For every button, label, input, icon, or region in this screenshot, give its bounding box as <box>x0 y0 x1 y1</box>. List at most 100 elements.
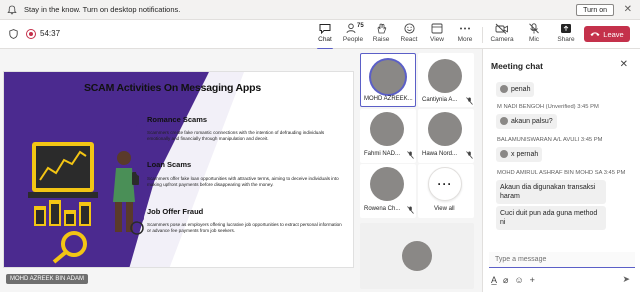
more-label: More <box>457 36 473 43</box>
more-icon: ··· <box>428 167 462 201</box>
participant-name: Rowena Ch... <box>364 206 401 212</box>
raise-hand-button[interactable]: Raise <box>367 23 395 47</box>
participant-name: Hawa Nord... <box>422 151 458 157</box>
chat-message: Cuci duit pun ada guna method ni <box>496 206 606 230</box>
avatar <box>500 85 508 94</box>
leave-label: Leave <box>603 29 624 39</box>
slide-heading-romance: Romance Scams <box>147 115 208 124</box>
participant-name: MOHD AZREEK... <box>364 96 413 102</box>
participant-tile[interactable]: Hawa Nord... <box>418 109 474 163</box>
chat-message: Akaun dia digunakan transaksi haram <box>496 180 606 204</box>
hand-icon <box>377 23 386 34</box>
share-button[interactable]: Share <box>552 23 580 47</box>
avatar <box>500 117 508 126</box>
chat-label: Chat <box>318 36 332 43</box>
chat-message-text: Cuci duit pun ada guna method ni <box>500 210 598 226</box>
presenter-name-tag: MOHD AZREEK BIN ADAM <box>6 274 89 284</box>
format-icon[interactable]: A̲ <box>491 275 497 286</box>
meeting-chat-panel: Meeting chat ✕ penah M NADI BENGOH (Unve… <box>482 49 640 292</box>
meeting-toolbar: 54:37 Chat 75 People Raise React View Mo… <box>0 20 640 50</box>
slide-heading-job: Job Offer Fraud <box>147 207 204 216</box>
compose-toolbar: A̲ ⌀ ☺ + <box>491 275 535 286</box>
self-view-tile[interactable] <box>360 223 474 289</box>
participant-tile[interactable]: Fahmi NAD... <box>360 109 416 163</box>
slide-heading-loan: Loan Scams <box>147 160 192 169</box>
turn-on-button[interactable]: Turn on <box>576 4 614 16</box>
avatar <box>500 150 508 159</box>
shared-slide: SCAM Activities On Messaging Apps Romanc… <box>3 71 354 268</box>
view-button[interactable]: View <box>423 23 451 47</box>
meeting-timer: 54:37 <box>40 29 61 38</box>
view-all-tile[interactable]: ··· View all <box>418 164 474 218</box>
participant-tile[interactable]: MOHD AZREEK... <box>360 53 416 107</box>
slide-text-job: Scammers pose as employers offering lucr… <box>147 222 342 233</box>
more-icon <box>460 27 470 30</box>
chat-message: penah <box>496 82 535 97</box>
notification-bar: Stay in the know. Turn on desktop notifi… <box>0 0 640 20</box>
more-button[interactable]: More <box>451 23 479 47</box>
chat-message-meta: BALAMUNISWARAN A/L AVULI 3:45 PM <box>497 137 603 143</box>
avatar <box>371 60 405 94</box>
participant-tile[interactable]: Cantiynia A... <box>418 53 474 107</box>
mic-off-icon <box>466 151 473 159</box>
attach-icon[interactable]: ⌀ <box>503 275 508 286</box>
camera-off-icon <box>495 23 508 34</box>
share-label: Share <box>557 36 575 43</box>
close-icon[interactable]: ✕ <box>620 59 628 70</box>
chat-message-text: akaun palsu? <box>511 118 553 125</box>
avatar <box>402 241 432 271</box>
view-label: View <box>430 36 444 43</box>
avatar <box>370 167 404 201</box>
people-label: People <box>342 36 364 43</box>
view-grid-icon <box>431 23 443 34</box>
slide-text-loan: Scammers offer fake loan opportunities w… <box>147 176 339 187</box>
smiley-icon <box>403 23 415 34</box>
participant-name: Fahmi NAD... <box>364 151 401 157</box>
chat-button[interactable]: Chat <box>311 23 339 50</box>
shield-icon[interactable] <box>9 29 18 39</box>
chat-compose-input[interactable]: Type a message <box>489 252 635 268</box>
phone-hangup-icon <box>590 32 600 36</box>
close-icon[interactable]: ✕ <box>624 4 632 16</box>
chat-message: akaun palsu? <box>496 114 557 129</box>
add-icon[interactable]: + <box>530 275 535 286</box>
send-icon[interactable]: ➤ <box>622 274 630 285</box>
avatar <box>428 59 462 93</box>
mic-off-icon <box>407 206 414 214</box>
notification-message: Stay in the know. Turn on desktop notifi… <box>24 5 181 14</box>
react-label: React <box>400 36 418 43</box>
camera-label: Camera <box>490 36 514 43</box>
mic-button[interactable]: Mic <box>520 23 548 47</box>
people-button[interactable]: 75 People <box>339 23 367 47</box>
leave-button[interactable]: Leave <box>584 26 630 42</box>
participant-tile[interactable]: Rowena Ch... <box>360 164 416 218</box>
chat-icon <box>319 24 331 34</box>
mic-label: Mic <box>528 36 540 43</box>
chat-title: Meeting chat <box>491 61 543 71</box>
view-all-label: View all <box>434 206 455 212</box>
chat-message-text: penah <box>511 86 531 93</box>
toolbar-divider <box>482 27 483 43</box>
people-count: 75 <box>357 23 364 29</box>
avatar <box>428 112 462 146</box>
slide-title: SCAM Activities On Messaging Apps <box>84 82 261 94</box>
react-button[interactable]: React <box>395 23 423 47</box>
mic-off-icon <box>407 151 414 159</box>
chat-message-text: x pernah <box>511 151 539 158</box>
chat-message-meta: M NADI BENGOH (Unverified) 3:45 PM <box>497 104 599 110</box>
chat-message-meta: MOHD AMIRUL ASHRAF BIN MOHD SA 3:45 PM <box>497 170 626 176</box>
slide-text-romance: Scammers create fake romantic connection… <box>147 130 325 141</box>
bell-icon <box>7 5 17 14</box>
mic-off-icon <box>466 97 473 105</box>
avatar <box>370 112 404 146</box>
emoji-icon[interactable]: ☺ <box>514 275 523 286</box>
share-icon <box>561 24 571 33</box>
meeting-stage: SCAM Activities On Messaging Apps Romanc… <box>0 49 482 292</box>
mic-off-icon <box>529 23 539 34</box>
recording-icon <box>26 29 36 39</box>
raise-label: Raise <box>372 36 390 43</box>
camera-button[interactable]: Camera <box>488 23 516 47</box>
participant-name: Cantiynia A... <box>422 97 458 103</box>
chat-message: x pernah <box>496 147 543 162</box>
chat-message-text: Akaun dia digunakan transaksi haram <box>500 184 596 200</box>
